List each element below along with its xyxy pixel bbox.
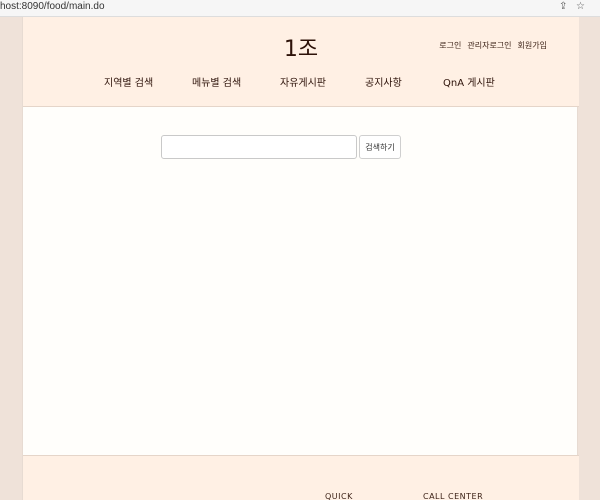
search-bar: 검색하기 [161, 135, 401, 159]
admin-login-link[interactable]: 관리자로그인 [467, 40, 511, 51]
search-input[interactable] [161, 135, 357, 159]
browser-address-bar: host:8090/food/main.do ⇪ ☆ [0, 0, 600, 17]
main-nav: 지역별 검색 메뉴별 검색 자유게시판 공지사항 QnA 게시판 [23, 74, 579, 90]
search-button[interactable]: 검색하기 [359, 135, 401, 159]
share-icon[interactable]: ⇪ [559, 0, 567, 14]
footer-quick-heading: QUICK [325, 492, 353, 500]
site-footer: QUICK CALL CENTER [23, 455, 579, 500]
user-links: 로그인 관리자로그인 회원가입 [439, 40, 547, 51]
site-header: 1조 로그인 관리자로그인 회원가입 지역별 검색 메뉴별 검색 자유게시판 공… [23, 17, 579, 107]
nav-item-qna-board[interactable]: QnA 게시판 [443, 74, 495, 89]
signup-link[interactable]: 회원가입 [518, 40, 547, 51]
footer-call-center-heading: CALL CENTER [423, 492, 484, 500]
nav-item-notice[interactable]: 공지사항 [365, 74, 402, 89]
page-container: 1조 로그인 관리자로그인 회원가입 지역별 검색 메뉴별 검색 자유게시판 공… [22, 17, 579, 500]
login-link[interactable]: 로그인 [439, 40, 461, 51]
star-icon[interactable]: ☆ [576, 0, 585, 14]
nav-item-free-board[interactable]: 자유게시판 [280, 74, 326, 89]
nav-item-region-search[interactable]: 지역별 검색 [104, 74, 153, 89]
nav-item-menu-search[interactable]: 메뉴별 검색 [192, 74, 241, 89]
url-text[interactable]: host:8090/food/main.do [0, 1, 105, 12]
